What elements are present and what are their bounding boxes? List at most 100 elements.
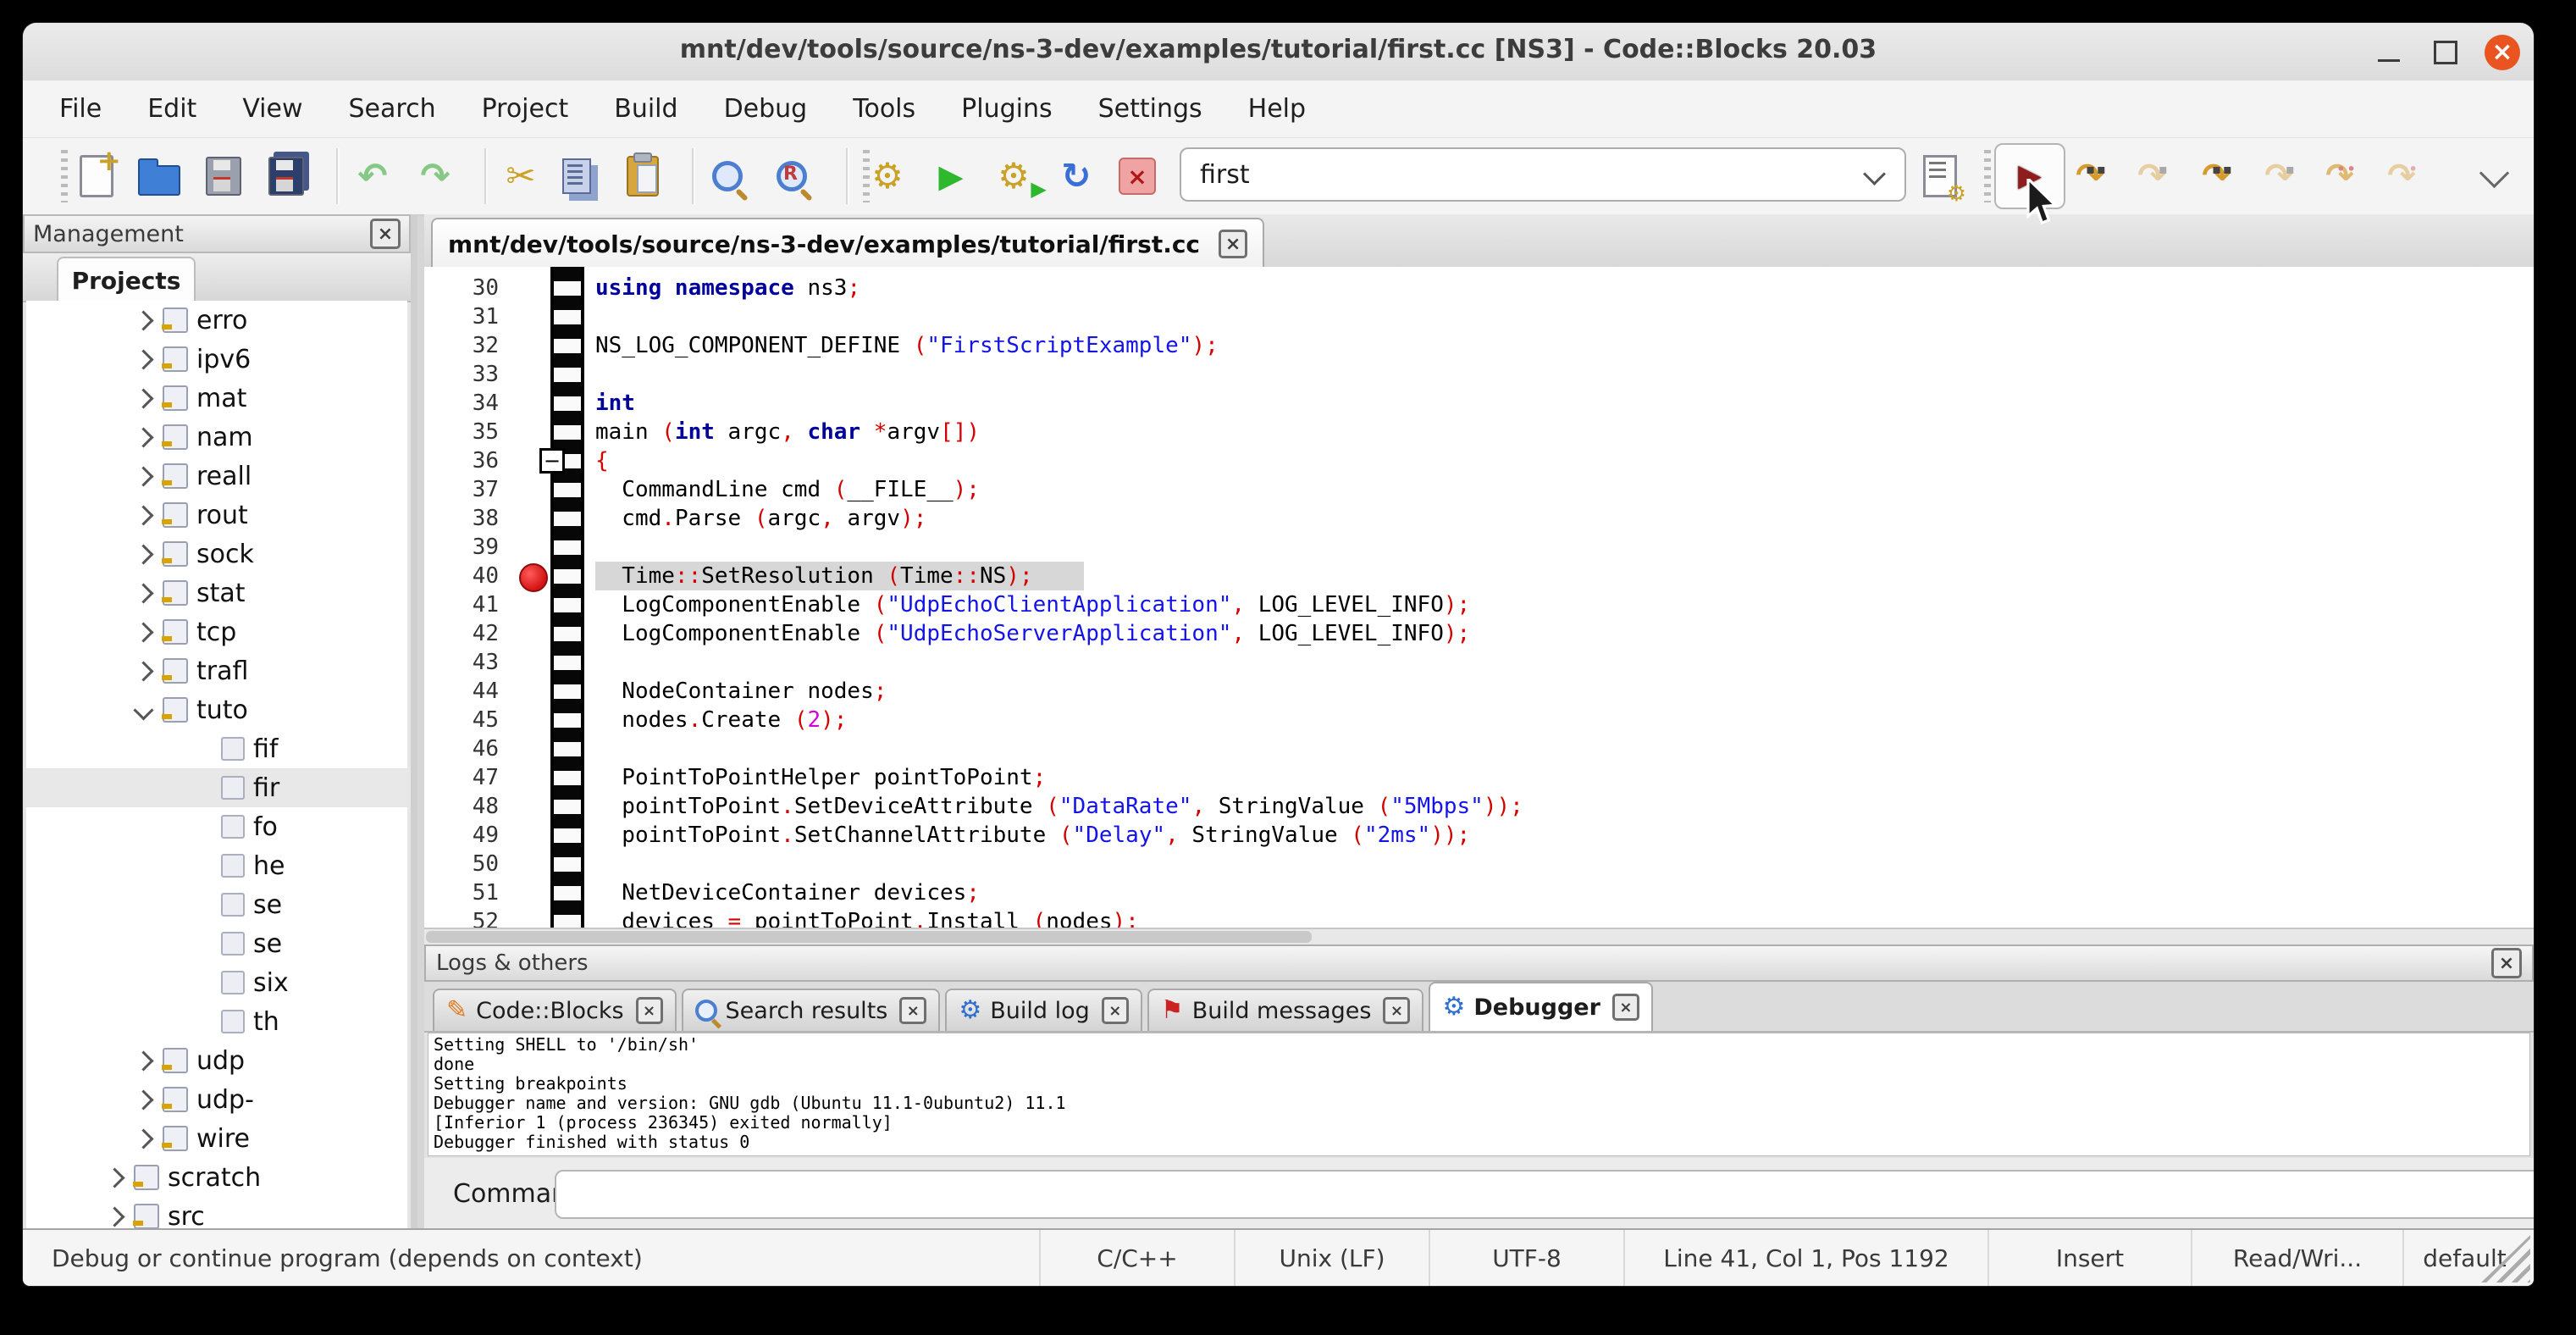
tree-item-trafl[interactable]: trafl bbox=[26, 651, 407, 690]
logs-tab-build-log[interactable]: ⚙Build log× bbox=[945, 989, 1142, 1031]
menu-view[interactable]: View bbox=[219, 87, 325, 130]
line-number[interactable]: 32 bbox=[424, 331, 499, 360]
run-to-cursor-button[interactable]: ↷ bbox=[2061, 147, 2119, 205]
breakpoint-marker[interactable] bbox=[519, 563, 548, 592]
line-number[interactable]: 40 bbox=[424, 562, 499, 590]
editor-tab-first-cc[interactable]: mnt/dev/tools/source/ns-3-dev/examples/t… bbox=[431, 218, 1264, 269]
tree-item-se[interactable]: se bbox=[26, 885, 407, 924]
line-number[interactable]: 37 bbox=[424, 475, 499, 504]
tree-item-mat[interactable]: mat bbox=[26, 379, 407, 418]
logs-tab-code-blocks[interactable]: ✎Code::Blocks× bbox=[433, 989, 677, 1031]
logs-tab-search-results[interactable]: Search results× bbox=[682, 989, 941, 1031]
tab-close-icon[interactable]: × bbox=[1612, 994, 1639, 1021]
chevron-collapsed-icon[interactable] bbox=[133, 661, 153, 681]
open-file-button[interactable] bbox=[130, 147, 188, 205]
menu-tools[interactable]: Tools bbox=[830, 87, 938, 130]
redo-button[interactable]: ↷ bbox=[406, 147, 464, 205]
command-input[interactable] bbox=[565, 1175, 2534, 1214]
replace-button[interactable] bbox=[763, 147, 821, 205]
line-number[interactable]: 42 bbox=[424, 619, 499, 648]
chevron-collapsed-icon[interactable] bbox=[133, 544, 153, 564]
chevron-collapsed-icon[interactable] bbox=[133, 622, 153, 642]
menu-debug[interactable]: Debug bbox=[701, 87, 831, 130]
next-instruction-button[interactable]: ↷ bbox=[2311, 147, 2369, 205]
tree-item-scratch[interactable]: scratch bbox=[26, 1158, 407, 1197]
chevron-collapsed-icon[interactable] bbox=[104, 1206, 124, 1227]
step-into-button[interactable]: ↷ bbox=[2187, 147, 2245, 205]
logs-close-icon[interactable]: × bbox=[2491, 948, 2522, 978]
save-file-button[interactable] bbox=[195, 147, 252, 205]
tree-item-fo[interactable]: fo bbox=[26, 807, 407, 846]
chevron-collapsed-icon[interactable] bbox=[133, 349, 153, 369]
line-number[interactable]: 36 bbox=[424, 446, 499, 475]
menu-search[interactable]: Search bbox=[326, 87, 459, 130]
menu-project[interactable]: Project bbox=[459, 87, 592, 130]
chevron-collapsed-icon[interactable] bbox=[133, 1089, 153, 1110]
tree-item-rout[interactable]: rout bbox=[26, 496, 407, 535]
tab-projects[interactable]: Projects bbox=[57, 257, 196, 302]
line-number-gutter[interactable]: 3031323334353637383940414243444546474849… bbox=[424, 274, 499, 929]
line-number[interactable]: 52 bbox=[424, 907, 499, 929]
line-number[interactable]: 45 bbox=[424, 706, 499, 734]
line-number[interactable]: 50 bbox=[424, 850, 499, 878]
build-button[interactable]: ⚙ bbox=[859, 147, 916, 205]
paste-button[interactable] bbox=[614, 147, 672, 205]
line-number[interactable]: 49 bbox=[424, 821, 499, 850]
toolbar-grip[interactable] bbox=[61, 150, 68, 202]
chevron-collapsed-icon[interactable] bbox=[133, 310, 153, 330]
management-close-icon[interactable]: × bbox=[370, 219, 401, 249]
tree-item-reall[interactable]: reall bbox=[26, 457, 407, 496]
logs-tab-build-messages[interactable]: ⚑Build messages× bbox=[1147, 989, 1424, 1031]
menu-settings[interactable]: Settings bbox=[1075, 87, 1225, 130]
step-out-button[interactable]: ↷ bbox=[2250, 147, 2308, 205]
line-number[interactable]: 38 bbox=[424, 504, 499, 533]
tab-close-icon[interactable]: × bbox=[899, 997, 926, 1024]
close-button[interactable]: × bbox=[2485, 35, 2520, 70]
line-number[interactable]: 35 bbox=[424, 418, 499, 446]
chevron-collapsed-icon[interactable] bbox=[133, 427, 153, 447]
chevron-collapsed-icon[interactable] bbox=[133, 1050, 153, 1071]
line-number[interactable]: 46 bbox=[424, 734, 499, 763]
chevron-collapsed-icon[interactable] bbox=[133, 583, 153, 603]
tab-close-icon[interactable]: × bbox=[1102, 997, 1129, 1024]
tree-item-wire[interactable]: wire bbox=[26, 1119, 407, 1158]
toolbar-expand-button[interactable] bbox=[2465, 147, 2523, 205]
chevron-expanded-icon[interactable] bbox=[133, 700, 153, 720]
line-number[interactable]: 43 bbox=[424, 648, 499, 677]
tree-item-udp[interactable]: udp bbox=[26, 1041, 407, 1080]
minimize-button[interactable] bbox=[2371, 35, 2407, 70]
fold-collapse-icon[interactable]: − bbox=[539, 448, 565, 474]
tab-close-icon[interactable]: × bbox=[1383, 997, 1410, 1024]
chevron-collapsed-icon[interactable] bbox=[133, 505, 153, 525]
tree-item-he[interactable]: he bbox=[26, 846, 407, 885]
tree-item-fir[interactable]: fir bbox=[26, 768, 407, 807]
line-number[interactable]: 31 bbox=[424, 302, 499, 331]
menu-help[interactable]: Help bbox=[1225, 87, 1329, 130]
tree-item-src[interactable]: src bbox=[26, 1197, 407, 1229]
line-number[interactable]: 47 bbox=[424, 763, 499, 792]
find-button[interactable] bbox=[699, 147, 756, 205]
abort-button[interactable]: × bbox=[1108, 147, 1166, 205]
tree-item-udp-[interactable]: udp- bbox=[26, 1080, 407, 1119]
chevron-down-icon[interactable] bbox=[1863, 163, 1886, 186]
tree-item-tuto[interactable]: tuto bbox=[26, 690, 407, 729]
chevron-collapsed-icon[interactable] bbox=[133, 1128, 153, 1149]
build-and-run-button[interactable]: ⚙ bbox=[985, 147, 1042, 205]
build-target-combobox[interactable]: first bbox=[1180, 147, 1906, 202]
tab-close-icon[interactable]: × bbox=[636, 997, 663, 1024]
editor-tab-close-icon[interactable]: × bbox=[1219, 230, 1247, 258]
line-number[interactable]: 33 bbox=[424, 360, 499, 389]
tree-item-fif[interactable]: fif bbox=[26, 729, 407, 768]
rebuild-button[interactable]: ↻ bbox=[1048, 147, 1105, 205]
logs-tab-debugger[interactable]: ⚙Debugger× bbox=[1429, 982, 1652, 1031]
tree-item-th[interactable]: th bbox=[26, 1002, 407, 1041]
menu-file[interactable]: File bbox=[36, 87, 124, 130]
tree-item-sock[interactable]: sock bbox=[26, 535, 407, 573]
build-target-options-button[interactable] bbox=[1911, 147, 1969, 205]
chevron-collapsed-icon[interactable] bbox=[133, 388, 153, 408]
next-line-button[interactable]: ↷ bbox=[2123, 147, 2181, 205]
tree-item-ipv6[interactable]: ipv6 bbox=[26, 340, 407, 379]
cut-button[interactable]: ✂ bbox=[492, 147, 550, 205]
line-number[interactable]: 51 bbox=[424, 878, 499, 907]
horizontal-scrollbar[interactable] bbox=[424, 928, 2534, 944]
